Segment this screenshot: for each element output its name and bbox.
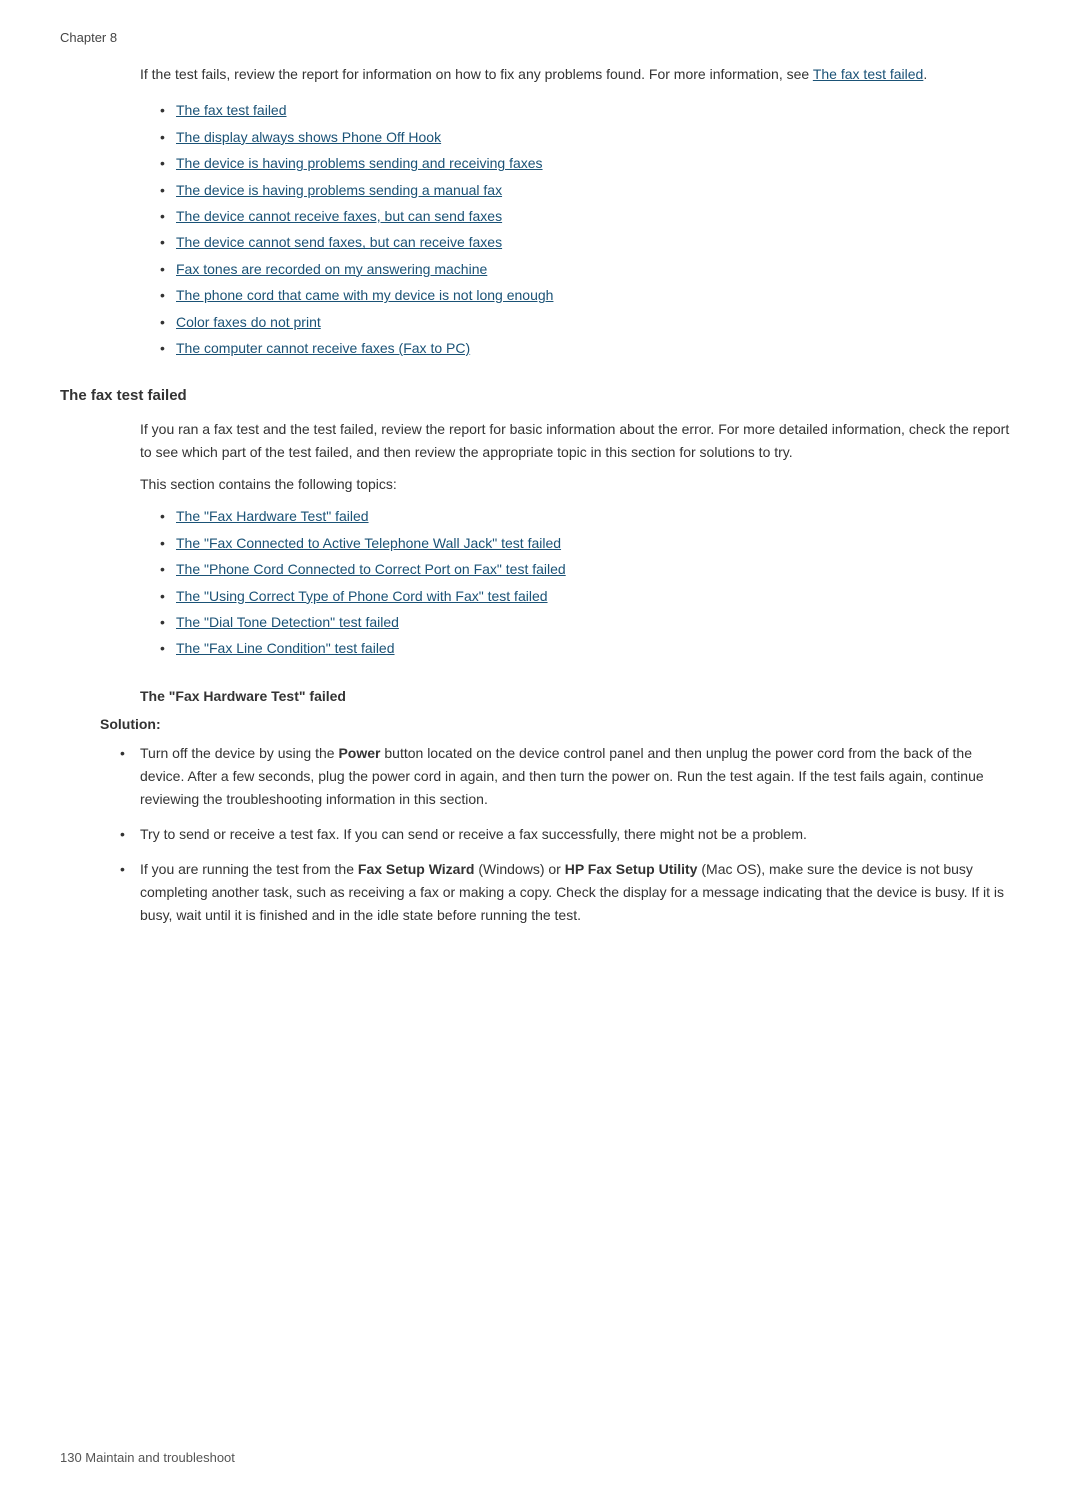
link-color-faxes-not-print[interactable]: Color faxes do not print <box>176 314 321 330</box>
list-item: The device is having problems sending a … <box>160 179 1020 201</box>
solution-item-2: Try to send or receive a test fax. If yo… <box>120 823 1020 846</box>
list-item: The device cannot receive faxes, but can… <box>160 205 1020 227</box>
link-hardware-test-failed[interactable]: The "Fax Hardware Test" failed <box>176 508 369 524</box>
list-item: The "Dial Tone Detection" test failed <box>160 611 1020 633</box>
footer-label: 130 Maintain and troubleshoot <box>60 1450 235 1465</box>
list-item: Color faxes do not print <box>160 311 1020 333</box>
bold-power: Power <box>338 745 380 761</box>
list-item: The "Using Correct Type of Phone Cord wi… <box>160 585 1020 607</box>
chapter-label: Chapter 8 <box>60 30 1020 45</box>
list-item: The "Phone Cord Connected to Correct Por… <box>160 558 1020 580</box>
link-computer-cannot-receive[interactable]: The computer cannot receive faxes (Fax t… <box>176 340 470 356</box>
hardware-test-heading: The "Fax Hardware Test" failed <box>140 688 1020 704</box>
solution-item-1: Turn off the device by using the Power b… <box>120 742 1020 811</box>
list-item: The device cannot send faxes, but can re… <box>160 231 1020 253</box>
link-cannot-send-faxes[interactable]: The device cannot send faxes, but can re… <box>176 234 502 250</box>
section-fax-test-failed-body: If you ran a fax test and the test faile… <box>140 418 1020 660</box>
section-fax-para1: If you ran a fax test and the test faile… <box>140 418 1020 463</box>
solution-heading: Solution: <box>100 716 1020 732</box>
solution-list: Turn off the device by using the Power b… <box>120 742 1020 928</box>
link-fax-test-failed[interactable]: The fax test failed <box>176 102 287 118</box>
section-fax-test-failed-heading: The fax test failed <box>60 387 1020 404</box>
intro-text-before: If the test fails, review the report for… <box>140 66 813 82</box>
top-links-list: The fax test failed The display always s… <box>160 99 1020 359</box>
link-sending-receiving-faxes[interactable]: The device is having problems sending an… <box>176 155 543 171</box>
link-sending-manual-fax[interactable]: The device is having problems sending a … <box>176 182 502 198</box>
list-item: The "Fax Connected to Active Telephone W… <box>160 532 1020 554</box>
link-wall-jack-test-failed[interactable]: The "Fax Connected to Active Telephone W… <box>176 535 561 551</box>
list-item: The display always shows Phone Off Hook <box>160 126 1020 148</box>
intro-link[interactable]: The fax test failed <box>813 66 924 82</box>
link-cannot-receive-faxes[interactable]: The device cannot receive faxes, but can… <box>176 208 502 224</box>
link-port-test-failed[interactable]: The "Phone Cord Connected to Correct Por… <box>176 561 566 577</box>
list-item: The device is having problems sending an… <box>160 152 1020 174</box>
link-fax-line-condition-failed[interactable]: The "Fax Line Condition" test failed <box>176 640 395 656</box>
sub-links-list: The "Fax Hardware Test" failed The "Fax … <box>160 505 1020 659</box>
link-display-phone-off-hook[interactable]: The display always shows Phone Off Hook <box>176 129 441 145</box>
bold-fax-setup-wizard: Fax Setup Wizard <box>358 861 475 877</box>
list-item: The "Fax Hardware Test" failed <box>160 505 1020 527</box>
intro-paragraph: If the test fails, review the report for… <box>140 63 1020 85</box>
list-item: The "Fax Line Condition" test failed <box>160 637 1020 659</box>
solution-item-3: If you are running the test from the Fax… <box>120 858 1020 927</box>
link-fax-tones-answering-machine[interactable]: Fax tones are recorded on my answering m… <box>176 261 487 277</box>
bold-hp-fax-setup-utility: HP Fax Setup Utility <box>565 861 698 877</box>
link-phone-cord-not-long[interactable]: The phone cord that came with my device … <box>176 287 553 303</box>
list-item: The fax test failed <box>160 99 1020 121</box>
list-item: The phone cord that came with my device … <box>160 284 1020 306</box>
link-correct-type-test-failed[interactable]: The "Using Correct Type of Phone Cord wi… <box>176 588 548 604</box>
list-item: The computer cannot receive faxes (Fax t… <box>160 337 1020 359</box>
section-hardware-test: The "Fax Hardware Test" failed Solution:… <box>60 688 1020 928</box>
section-fax-test-failed: The fax test failed If you ran a fax tes… <box>60 387 1020 660</box>
section-fax-para2: This section contains the following topi… <box>140 473 1020 495</box>
list-item: Fax tones are recorded on my answering m… <box>160 258 1020 280</box>
intro-text-end: . <box>923 66 927 82</box>
link-dial-tone-test-failed[interactable]: The "Dial Tone Detection" test failed <box>176 614 399 630</box>
